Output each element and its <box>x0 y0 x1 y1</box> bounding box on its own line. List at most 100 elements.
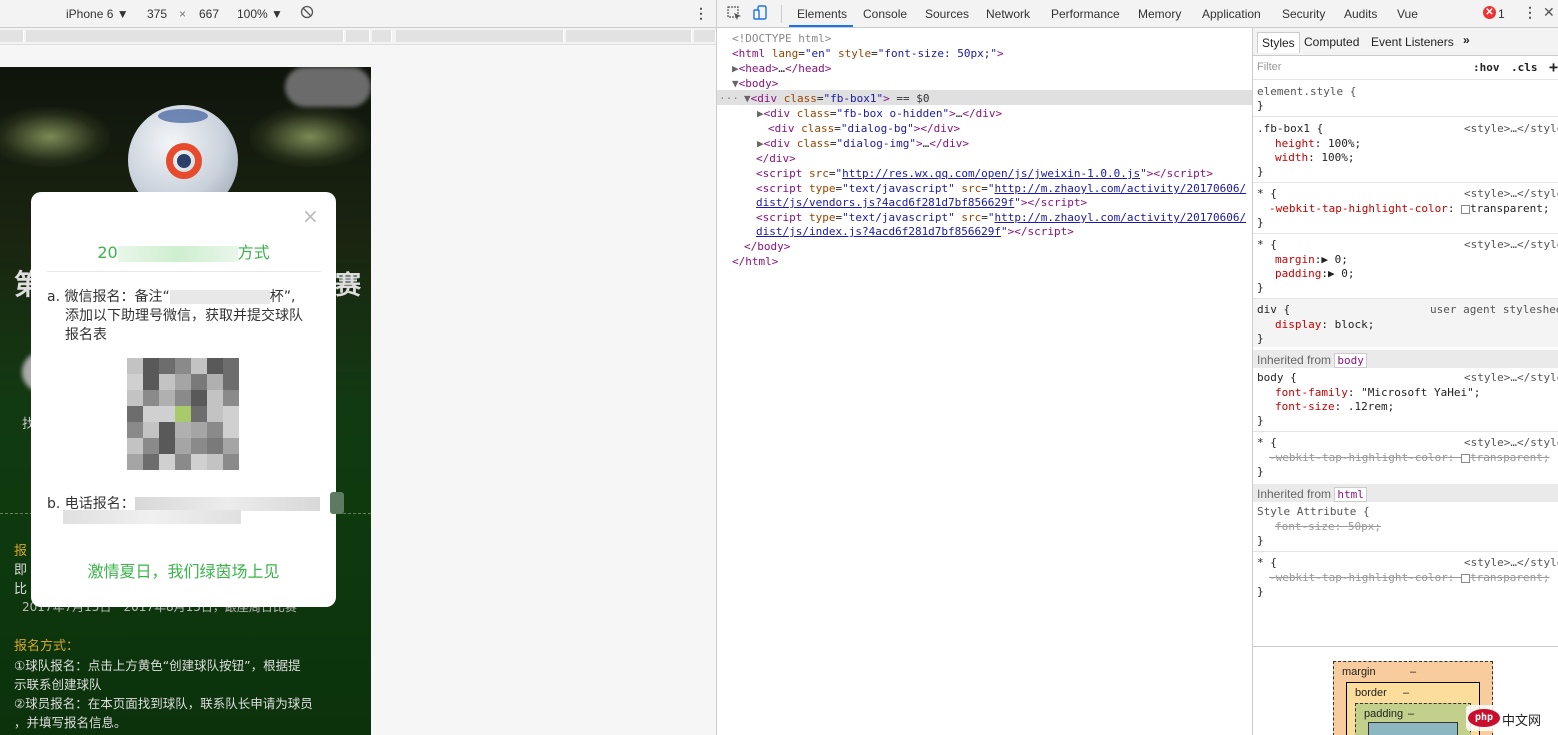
tab-styles[interactable]: Styles <box>1257 32 1300 53</box>
qr-pixel-block <box>191 374 207 390</box>
qr-pixel-block <box>175 358 191 374</box>
child-div-node[interactable]: <div class="dialog-bg"></div> <box>768 121 960 136</box>
dialog-title: 20 方式 <box>31 239 336 263</box>
color-swatch[interactable] <box>1461 204 1471 214</box>
tab-sources[interactable]: Sources <box>925 7 969 21</box>
tab-memory[interactable]: Memory <box>1138 7 1181 21</box>
overridden-declaration[interactable]: font-size: 50px; <box>1275 520 1381 534</box>
hov-toggle[interactable]: :hov <box>1473 61 1500 74</box>
new-rule-button[interactable]: + <box>1549 58 1558 76</box>
tab-event-listeners[interactable]: Event Listeners <box>1371 35 1454 49</box>
more-tabs-icon[interactable]: » <box>1463 33 1470 47</box>
dialog-title-right: 方式 <box>237 243 270 262</box>
box-model-border[interactable]: border – padding – <box>1346 682 1480 735</box>
qr-pixel-block <box>207 454 223 470</box>
universal-selector[interactable]: * { <box>1257 238 1277 252</box>
error-icon[interactable]: ✕ <box>1483 6 1496 19</box>
body-node[interactable]: ▼<body> <box>732 76 778 91</box>
selected-div-node[interactable]: ▼<div class="fb-box1"> == $0 <box>744 91 929 106</box>
qr-pixel-block <box>143 390 159 406</box>
overridden-declaration[interactable]: -webkit-tap-highlight-color: transparent… <box>1269 571 1550 585</box>
universal-selector[interactable]: * { <box>1257 436 1277 450</box>
blurred-mark <box>330 492 344 514</box>
more-vertical-icon[interactable]: ⋮ <box>1523 4 1537 21</box>
body-selector[interactable]: body { <box>1257 371 1297 385</box>
style-declaration[interactable]: -webkit-tap-highlight-color: transparent… <box>1269 202 1550 216</box>
wechat-signup-prefix: a. 微信报名：备注“ <box>47 289 170 305</box>
box-model-content[interactable] <box>1368 722 1458 735</box>
node-options-icon[interactable]: ··· <box>719 91 739 106</box>
script-node[interactable]: <script type="text/javascript" src="http… <box>756 181 1246 196</box>
qr-pixel-block <box>127 438 143 454</box>
qr-pixel-block <box>207 406 223 422</box>
overridden-declaration[interactable]: -webkit-tap-highlight-color: transparent… <box>1269 451 1550 465</box>
rule-close: } <box>1257 165 1264 178</box>
device-toggle-icon[interactable] <box>753 5 769 24</box>
signup-method-2: ②球员报名：在本页面找到球队，联系队长申请为球员 <box>14 696 313 711</box>
device-select[interactable]: iPhone 6 ▼ <box>66 7 129 21</box>
tab-vue[interactable]: Vue <box>1397 7 1418 21</box>
avatar-blurred <box>285 67 371 107</box>
head-node[interactable]: ▶<head>…</head> <box>732 61 831 76</box>
universal-selector[interactable]: * { <box>1257 187 1277 201</box>
style-declaration[interactable]: width: 100%; <box>1275 151 1355 165</box>
inspect-element-icon[interactable] <box>727 6 742 24</box>
tab-performance[interactable]: Performance <box>1051 7 1120 21</box>
tab-application[interactable]: Application <box>1202 7 1261 21</box>
box-model-padding[interactable]: padding – <box>1355 703 1471 735</box>
styles-tabbar: Styles Computed Event Listeners » <box>1253 28 1558 56</box>
error-count[interactable]: 1 <box>1498 7 1505 21</box>
style-source-link[interactable]: <style>…</style> <box>1464 187 1558 201</box>
more-vertical-icon[interactable]: ⋮ <box>694 5 708 22</box>
div-selector[interactable]: div { <box>1257 303 1290 317</box>
media-query-ruler <box>0 28 716 45</box>
box-model-diagram: margin – border – padding – php 中文网 <box>1253 646 1558 735</box>
width-input[interactable]: 375 <box>147 7 167 21</box>
qr-pixel-block <box>143 454 159 470</box>
tab-security[interactable]: Security <box>1282 7 1325 21</box>
child-div-node[interactable]: ▶<div class="dialog-img">…</div> <box>757 136 969 151</box>
tab-audits[interactable]: Audits <box>1344 7 1377 21</box>
universal-selector[interactable]: * { <box>1257 556 1277 570</box>
script-src-continued[interactable]: dist/js/index.js?4acd6f281d7bf856629f"><… <box>756 224 1074 239</box>
script-node[interactable]: <script type="text/javascript" src="http… <box>756 210 1246 225</box>
qr-pixel-block <box>191 454 207 470</box>
qr-pixel-block <box>175 422 191 438</box>
active-tab-indicator <box>789 25 853 27</box>
close-devtools-icon[interactable]: ✕ <box>1543 4 1555 21</box>
cls-toggle[interactable]: .cls <box>1511 61 1538 74</box>
rotate-icon[interactable] <box>300 5 314 22</box>
tab-elements[interactable]: Elements <box>797 7 847 21</box>
html-node[interactable]: <html lang="en" style="font-size: 50px;"… <box>732 46 1004 61</box>
fb-box1-selector[interactable]: .fb-box1 { <box>1257 122 1323 136</box>
tab-computed[interactable]: Computed <box>1304 35 1359 49</box>
script-node[interactable]: <script src="http://res.wx.qq.com/open/j… <box>756 166 1213 181</box>
qr-pixel-block <box>175 390 191 406</box>
doctype-node[interactable]: <!DOCTYPE html> <box>732 31 831 46</box>
child-div-node[interactable]: ▶<div class="fb-box o-hidden">…</div> <box>757 106 1002 121</box>
style-declaration[interactable]: font-size: .12rem; <box>1275 400 1394 414</box>
close-icon[interactable]: × <box>302 206 319 226</box>
tab-console[interactable]: Console <box>863 7 907 21</box>
style-declaration[interactable]: font-family: "Microsoft YaHei"; <box>1275 386 1480 400</box>
styles-filter-input[interactable]: Filter <box>1257 61 1281 73</box>
element-style-rule[interactable]: element.style { <box>1257 85 1356 99</box>
style-declaration[interactable]: padding:▶ 0; <box>1275 267 1354 281</box>
style-declaration[interactable]: margin:▶ 0; <box>1275 253 1348 267</box>
style-source-link[interactable]: <style>…</style> <box>1464 238 1558 252</box>
zoom-select[interactable]: 100% ▼ <box>237 7 283 21</box>
style-source-link[interactable]: <style>…</style> <box>1464 122 1558 136</box>
dialog-footer-slogan: 激情夏日，我们绿茵场上见 <box>87 562 280 581</box>
height-input[interactable]: 667 <box>199 7 219 21</box>
tab-network[interactable]: Network <box>986 7 1030 21</box>
qr-pixel-block <box>207 358 223 374</box>
style-source-link[interactable]: <style>…</style> <box>1464 371 1558 385</box>
script-src-continued[interactable]: dist/js/vendors.js?4acd6f281d7bf856629f"… <box>756 195 1087 210</box>
style-attribute-rule[interactable]: Style Attribute { <box>1257 505 1370 519</box>
style-declaration[interactable]: height: 100%; <box>1275 137 1361 151</box>
inherited-html-link[interactable]: html <box>1334 487 1367 502</box>
style-source-link[interactable]: <style>…</style> <box>1464 436 1558 450</box>
inherited-body-link[interactable]: body <box>1334 353 1367 368</box>
style-source-link[interactable]: <style>…</style> <box>1464 556 1558 570</box>
rule-close: } <box>1257 216 1264 229</box>
